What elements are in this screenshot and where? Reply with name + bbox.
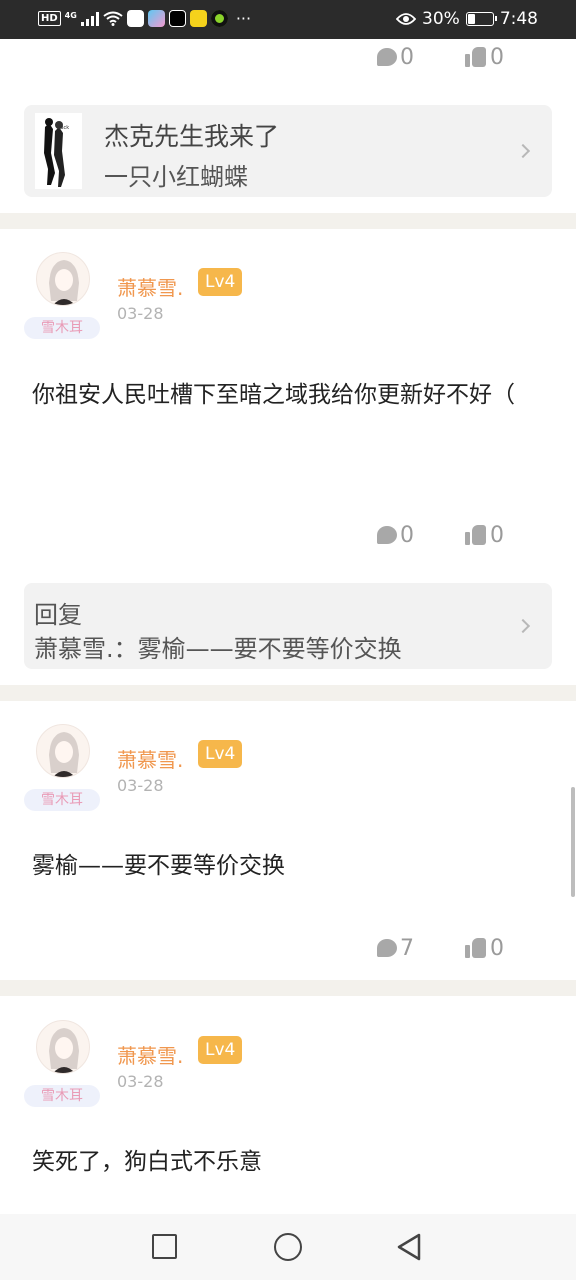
clock: 7:48 xyxy=(499,9,538,29)
comment-icon xyxy=(377,939,397,957)
username[interactable]: 萧慕雪. xyxy=(117,1040,183,1069)
comment-button[interactable]: 7 xyxy=(377,936,414,961)
battery-level xyxy=(467,14,475,24)
capcut-icon xyxy=(168,10,186,27)
book-card[interactable]: Jack 杰克先生我来了 一只小红蝴蝶 xyxy=(24,105,552,197)
cover-caption: Jack xyxy=(59,125,70,131)
avatar[interactable] xyxy=(36,1020,90,1074)
comment-icon xyxy=(377,526,397,544)
hd-indicator: HD xyxy=(38,11,61,26)
like-count: 0 xyxy=(490,44,504,70)
status-left: HD 4G ··· xyxy=(38,9,251,28)
username[interactable]: 萧慕雪. xyxy=(117,272,183,301)
like-count: 0 xyxy=(490,935,504,961)
chevron-right-icon xyxy=(515,618,531,634)
level-badge: Lv4 xyxy=(198,1036,243,1064)
comment-button[interactable]: 0 xyxy=(377,523,414,548)
avatar-image xyxy=(49,260,79,305)
wifi-icon xyxy=(103,11,123,26)
user-badge: 雪木耳 xyxy=(24,1085,100,1107)
thumbs-up-icon xyxy=(465,47,487,67)
reply-preview[interactable]: 回复 萧慕雪.：雾榆——要不要等价交换 xyxy=(24,583,552,669)
like-button[interactable]: 0 xyxy=(465,936,504,961)
like-button[interactable]: 0 xyxy=(465,45,504,70)
comment-count: 0 xyxy=(400,522,414,548)
avatar-image xyxy=(49,732,79,777)
reply-text: 萧慕雪.：雾榆——要不要等价交换 xyxy=(34,635,402,663)
system-nav-bar xyxy=(0,1214,576,1280)
post-date: 03-28 xyxy=(117,1072,164,1091)
comment-count: 0 xyxy=(400,44,414,70)
username[interactable]: 萧慕雪. xyxy=(117,744,183,773)
comment-text: 你祖安人民吐槽下至暗之域我给你更新好不好（ xyxy=(32,382,515,408)
book-author: 一只小红蝴蝶 xyxy=(104,163,248,191)
avatar-image xyxy=(49,1028,79,1073)
post-date: 03-28 xyxy=(117,776,164,795)
back-button[interactable] xyxy=(396,1233,422,1261)
like-count: 0 xyxy=(490,522,504,548)
book-cover: Jack xyxy=(35,113,82,189)
more-notifications-icon: ··· xyxy=(235,9,252,28)
post-date: 03-28 xyxy=(117,304,164,323)
post-stats: 7 0 xyxy=(0,934,576,962)
app-icon xyxy=(126,10,144,27)
eye-icon xyxy=(396,13,417,25)
network-type: 4G xyxy=(64,11,77,20)
reply-label: 回复 xyxy=(34,601,82,629)
battery-icon xyxy=(465,12,497,26)
level-badge: Lv4 xyxy=(198,268,243,296)
divider xyxy=(0,980,576,996)
recents-button[interactable] xyxy=(152,1234,177,1259)
comment-text: 雾榆——要不要等价交换 xyxy=(32,853,285,879)
app-icon xyxy=(147,10,165,27)
app-icon xyxy=(210,10,228,27)
thumbs-up-icon xyxy=(465,525,487,545)
status-right: 30% 7:48 xyxy=(396,9,538,29)
comment-button[interactable]: 0 xyxy=(377,45,414,70)
book-title: 杰克先生我来了 xyxy=(104,122,280,151)
comment-text: 笑死了，狗白式不乐意 xyxy=(32,1149,262,1175)
chevron-right-icon xyxy=(515,143,531,159)
signal-icon xyxy=(80,11,99,26)
avatar[interactable] xyxy=(36,252,90,306)
app-icon xyxy=(189,10,207,27)
user-badge: 雪木耳 xyxy=(24,789,100,811)
status-bar: HD 4G ··· 30% 7:48 xyxy=(0,0,576,39)
comment-feed[interactable]: 0 0 Jack 杰克先生我来了 一只小红蝴蝶 雪木耳 萧慕雪. Lv4 03-… xyxy=(0,39,576,1214)
user-badge: 雪木耳 xyxy=(24,317,100,339)
comment-icon xyxy=(377,48,397,66)
level-badge: Lv4 xyxy=(198,740,243,768)
prev-post-stats: 0 0 xyxy=(0,43,576,71)
divider xyxy=(0,685,576,701)
battery-percent: 30% xyxy=(422,9,460,29)
home-button[interactable] xyxy=(274,1233,302,1261)
thumbs-up-icon xyxy=(465,938,487,958)
divider xyxy=(0,213,576,229)
scrollbar[interactable] xyxy=(571,787,575,897)
like-button[interactable]: 0 xyxy=(465,523,504,548)
avatar[interactable] xyxy=(36,724,90,778)
post-stats: 0 0 xyxy=(0,521,576,549)
comment-count: 7 xyxy=(400,935,414,961)
